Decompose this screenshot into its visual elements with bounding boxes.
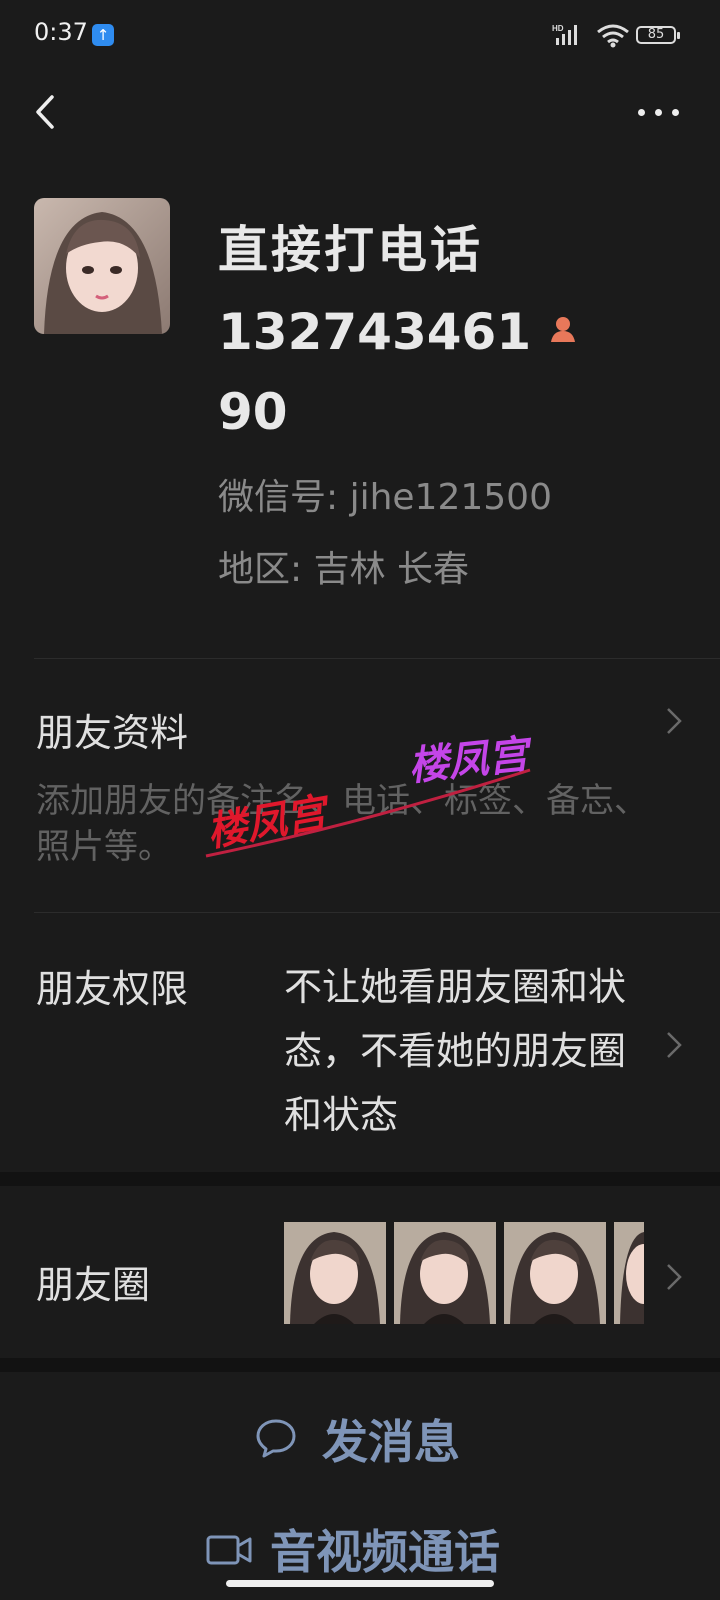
- home-indicator[interactable]: [226, 1580, 494, 1587]
- friend-permissions-value: 不让她看朋友圈和状态，不看她的朋友圈和状态: [284, 965, 627, 1137]
- contact-phone: 13274346190: [218, 303, 532, 441]
- divider: [34, 658, 720, 659]
- svg-text:HD: HD: [552, 24, 564, 33]
- battery-indicator: 85: [636, 26, 680, 44]
- moments-photo[interactable]: [284, 1222, 386, 1324]
- more-options-button[interactable]: [638, 100, 682, 124]
- chat-bubble-icon: [256, 1419, 296, 1458]
- moments-photo[interactable]: [394, 1222, 496, 1324]
- contact-name: 直接打电话: [218, 221, 483, 279]
- divider: [34, 912, 720, 913]
- section-gap: [0, 1358, 720, 1372]
- moments-title: 朋友圈: [36, 1263, 151, 1307]
- friend-permissions-title: 朋友权限: [36, 967, 189, 1011]
- avatar[interactable]: [34, 198, 170, 334]
- upload-icon: ↑: [92, 24, 114, 46]
- wechat-id: 微信号: jihe121500: [218, 477, 552, 518]
- send-message-button[interactable]: 发消息: [0, 1380, 720, 1500]
- video-camera-icon: [206, 1535, 252, 1565]
- status-time: 0:37: [34, 18, 88, 46]
- send-message-label: 发消息: [322, 1415, 460, 1469]
- wifi-icon: [597, 24, 629, 48]
- region: 地区: 吉林 长春: [218, 549, 470, 590]
- chevron-right-icon: [667, 708, 682, 734]
- moments-photo[interactable]: [614, 1222, 644, 1324]
- female-gender-icon: [551, 317, 575, 342]
- video-call-label: 音视频通话: [270, 1525, 500, 1579]
- friend-info-title: 朋友资料: [36, 711, 189, 755]
- chevron-right-icon: [667, 1032, 682, 1058]
- back-button[interactable]: [28, 92, 68, 132]
- moments-photo[interactable]: [504, 1222, 606, 1324]
- watermark-swoosh: [205, 768, 531, 858]
- section-gap: [0, 1172, 720, 1186]
- video-call-button[interactable]: 音视频通话: [0, 1506, 720, 1590]
- chevron-right-icon: [667, 1264, 682, 1290]
- signal-hd-icon: HD: [552, 24, 577, 45]
